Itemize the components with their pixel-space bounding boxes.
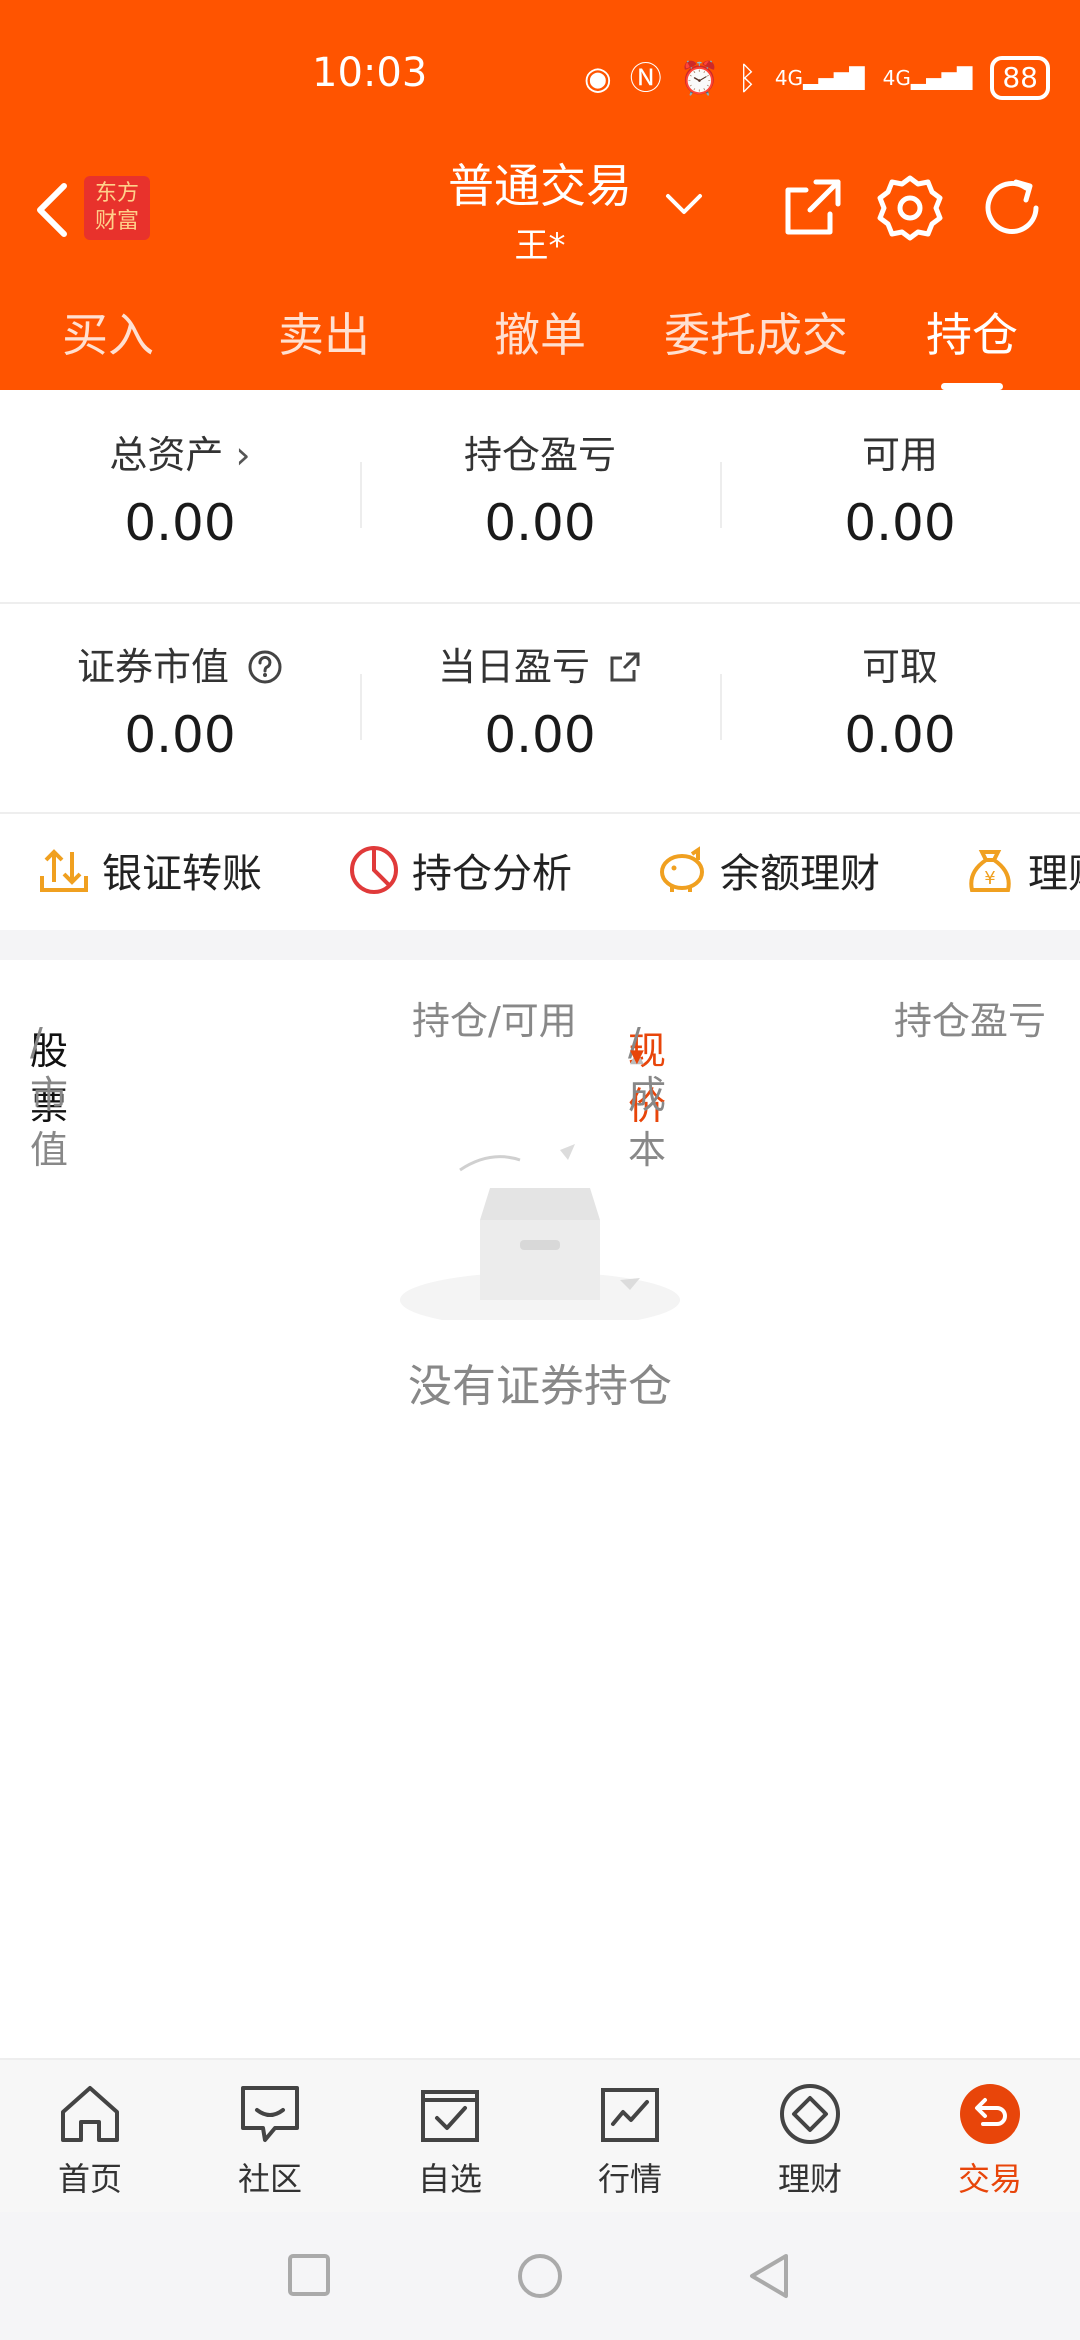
header-bar: 10:03 ◉ Ⓝ ⏰ ᛒ 4G▂▄▆█ 4G▂▄▆█ 88 东方 财富 普通交…: [0, 0, 1080, 390]
home-icon: [61, 2086, 119, 2142]
alarm-icon: ⏰: [679, 59, 720, 97]
nav-finance[interactable]: 理财: [720, 2060, 900, 2214]
home-circle-icon[interactable]: [516, 2252, 564, 2300]
tab-orders[interactable]: 委托成交: [648, 300, 864, 370]
nav-community[interactable]: 社区: [180, 2060, 360, 2214]
position-analysis-button[interactable]: 持仓分析: [346, 840, 572, 900]
nav-market[interactable]: 行情: [540, 2060, 720, 2214]
nav-home[interactable]: 首页: [0, 2060, 180, 2214]
available-value: 0.00: [844, 494, 956, 552]
market-value: 0.00: [124, 706, 236, 764]
position-pnl-label: 持仓盈亏: [463, 433, 616, 477]
battery-icon: 88: [990, 56, 1050, 100]
bottom-nav: 首页 社区 自选 行情 理财 交易: [0, 2058, 1080, 2214]
tab-sell[interactable]: 卖出: [216, 300, 432, 370]
withdrawable-value: 0.00: [844, 706, 956, 764]
stat-row-2: 证券市值 0.00 当日盈亏 0.00 可取 0.00: [0, 602, 1080, 812]
gear-icon[interactable]: [874, 172, 946, 244]
brand-logo: 东方 财富: [84, 176, 150, 240]
system-nav-bar: [0, 2212, 1080, 2340]
stat-position-pnl: 持仓盈亏 0.00: [360, 390, 720, 600]
nfc-icon: Ⓝ: [629, 59, 662, 97]
checklist-icon: [421, 2090, 479, 2142]
line-chart-icon: [601, 2088, 659, 2142]
section-gap: [0, 930, 1080, 960]
column-pnl[interactable]: 持仓盈亏: [894, 990, 1046, 1045]
total-assets-value: 0.00: [124, 494, 236, 552]
stat-withdrawable: 可取 0.00: [720, 602, 1080, 812]
daily-pnl-label: 当日盈亏: [437, 645, 590, 689]
recent-apps-icon[interactable]: [286, 2252, 332, 2298]
balance-finance-button[interactable]: 余额理财: [654, 840, 880, 900]
stat-market-value: 证券市值 0.00: [0, 602, 360, 812]
stat-daily-pnl[interactable]: 当日盈亏 0.00: [360, 602, 720, 812]
back-arrow-icon[interactable]: [28, 180, 78, 240]
trade-tabs: 买入 卖出 撤单 委托成交 持仓: [0, 300, 1080, 390]
signal-icon-2: 4G▂▄▆█: [882, 66, 973, 90]
chevron-right-icon: ›: [235, 433, 251, 477]
available-label: 可用: [861, 433, 938, 477]
pie-chart-icon: [350, 846, 398, 894]
transfer-icon: [40, 849, 88, 892]
share-icon[interactable]: [776, 172, 848, 244]
bluetooth-icon: ᛒ: [737, 59, 757, 97]
account-name[interactable]: 王*: [380, 218, 700, 267]
nav-trade[interactable]: 交易: [900, 2060, 1080, 2214]
back-triangle-icon[interactable]: [746, 2252, 792, 2300]
tab-positions[interactable]: 持仓: [864, 300, 1080, 390]
signal-icon: 4G▂▄▆█: [774, 66, 865, 90]
status-time: 10:03: [312, 50, 428, 96]
bank-transfer-button[interactable]: 银证转账: [36, 840, 262, 900]
withdrawable-label: 可取: [861, 645, 938, 689]
trade-icon: [960, 2084, 1020, 2144]
page-title[interactable]: 普通交易: [380, 150, 700, 216]
status-icons: ◉ Ⓝ ⏰ ᛒ 4G▂▄▆█ 4G▂▄▆█ 88: [584, 56, 1050, 100]
refresh-icon[interactable]: [976, 172, 1048, 244]
empty-message: 没有证券持仓: [408, 1361, 672, 1412]
stat-total-assets[interactable]: 总资产 › 0.00: [0, 390, 360, 600]
money-bag-icon: ¥: [969, 850, 1011, 892]
finance-button[interactable]: ¥ 理财: [962, 840, 1080, 900]
quick-actions: 银证转账 持仓分析 余额理财 ¥ 理财: [0, 810, 1080, 930]
chat-icon: [241, 2086, 299, 2142]
nav-watchlist[interactable]: 自选: [360, 2060, 540, 2214]
stat-available: 可用 0.00: [720, 390, 1080, 600]
column-position[interactable]: 持仓/可用: [412, 990, 577, 1045]
piggy-bank-icon: [660, 846, 704, 892]
svg-text:¥: ¥: [984, 868, 995, 889]
market-value-label: 证券市值: [76, 645, 229, 689]
stat-row-1: 总资产 › 0.00 持仓盈亏 0.00 可用 0.00: [0, 390, 1080, 600]
chevron-down-icon[interactable]: [662, 190, 706, 218]
diamond-icon: [780, 2084, 840, 2144]
tab-cancel[interactable]: 撤单: [432, 300, 648, 370]
daily-pnl-value: 0.00: [484, 706, 596, 764]
position-pnl-value: 0.00: [484, 494, 596, 552]
total-assets-label: 总资产: [109, 433, 224, 477]
empty-box-icon: [400, 1144, 680, 1320]
eye-icon: ◉: [583, 59, 612, 97]
tab-buy[interactable]: 买入: [0, 300, 216, 370]
holdings-column-header: 股票/市值 持仓/可用 现价/成本 ▲ ▼ 持仓盈亏: [0, 960, 1080, 1172]
external-link-icon: [610, 652, 640, 682]
help-icon[interactable]: [247, 649, 283, 685]
